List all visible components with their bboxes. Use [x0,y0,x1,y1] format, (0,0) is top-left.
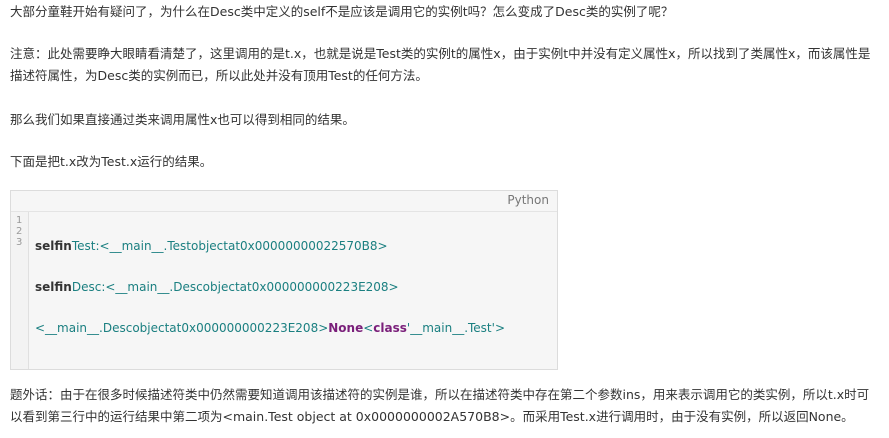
code-bracket: < [363,321,374,335]
code-language-label: Python [507,193,549,207]
code-keyword: selfin [35,280,72,294]
paragraph-result-intro: 下面是把t.x改为Test.x运行的结果。 [10,154,213,169]
line-number-gutter: 1 2 3 [11,212,29,369]
code-line: <__main__.Descobjectat0x000000000223E208… [35,321,505,335]
paragraph-note: 注意：此处需要睁大眼睛看清楚了，这里调用的是t.x，也就是说是Test类的实例t… [10,46,871,83]
code-block-header: Python [11,191,557,212]
line-number: 1 [16,215,23,226]
code-text: Desc:<__main__.Descobjectat0x00000000022… [71,280,399,294]
code-bracket: > [494,321,505,335]
code-line: selfinDesc:<__main__.Descobjectat0x00000… [35,280,399,294]
code-class-keyword: class [373,321,407,335]
code-block: Python 1 2 3 selfinTest:<__main__.Testob… [10,190,558,370]
code-line: selfinTest:<__main__.Testobjectat0x00000… [35,239,388,253]
line-number: 3 [16,237,23,248]
paragraph-question: 大部分童鞋开始有疑问了，为什么在Desc类中定义的self不是应该是调用它的实例… [10,4,674,19]
code-none-keyword: None [328,321,364,335]
code-block-body: 1 2 3 selfinTest:<__main__.Testobjectat0… [11,212,557,369]
code-text: Test:<__main__.Testobjectat0x00000000022… [71,239,388,253]
paragraph-aside: 题外话：由于在很多时候描述符类中仍然需要知道调用该描述符的实例是谁，所以在描述符… [10,387,870,424]
paragraph-class-access: 那么我们如果直接通过类来调用属性x也可以得到相同的结果。 [10,112,355,127]
line-number: 2 [16,226,23,237]
code-text: <__main__.Descobjectat0x000000000223E208… [35,321,329,335]
code-string: '__main__.Test' [406,321,495,335]
code-keyword: selfin [35,239,72,253]
